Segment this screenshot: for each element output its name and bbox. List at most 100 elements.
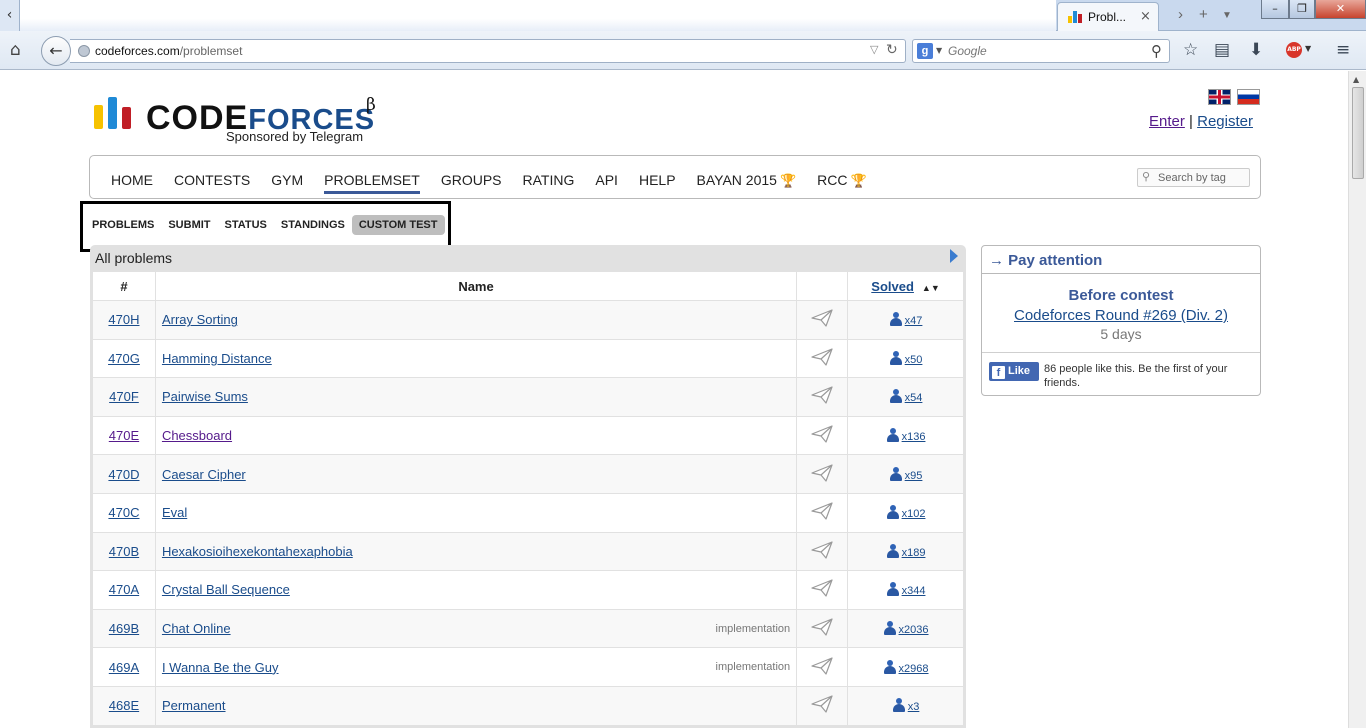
submit-paper-plane-icon[interactable] bbox=[811, 348, 833, 366]
adblock-dropdown-icon[interactable]: ▼ bbox=[1305, 44, 1311, 53]
problem-id-link[interactable]: 468E bbox=[109, 698, 139, 713]
menu-home[interactable]: HOME bbox=[111, 172, 153, 189]
menu-gym[interactable]: GYM bbox=[271, 172, 303, 189]
submit-paper-plane-icon[interactable] bbox=[811, 464, 833, 482]
solved-count-link[interactable]: x54 bbox=[905, 392, 923, 404]
facebook-like-button[interactable]: f Like bbox=[989, 362, 1039, 381]
menu-groups[interactable]: GROUPS bbox=[441, 172, 502, 189]
codeforces-logo[interactable]: CODEFORCES β Sponsored by Telegram bbox=[94, 95, 394, 147]
solved-count-link[interactable]: x3 bbox=[908, 701, 920, 713]
problem-id-link[interactable]: 470C bbox=[108, 505, 139, 520]
google-engine-icon[interactable]: g bbox=[917, 43, 933, 59]
menu-bayan-2015[interactable]: BAYAN 2015 🏆 bbox=[697, 172, 797, 189]
problem-name-link[interactable]: Chessboard bbox=[162, 428, 232, 443]
reload-icon[interactable]: ↻ bbox=[886, 42, 898, 58]
tab-close-icon[interactable]: × bbox=[1140, 9, 1151, 24]
bookmark-star-icon[interactable]: ☆ bbox=[1183, 40, 1198, 60]
submit-paper-plane-icon[interactable] bbox=[811, 618, 833, 636]
submit-paper-plane-icon[interactable] bbox=[811, 502, 833, 520]
submit-paper-plane-icon[interactable] bbox=[811, 695, 833, 713]
search-icon[interactable]: ⚲ bbox=[1151, 42, 1162, 60]
adblock-icon[interactable]: ABP bbox=[1286, 42, 1302, 58]
tab-list-icon[interactable]: ▼ bbox=[1222, 10, 1232, 21]
solved-count-link[interactable]: x95 bbox=[905, 470, 923, 482]
maximize-icon[interactable]: ❐ bbox=[1289, 0, 1315, 19]
search-input[interactable]: Google bbox=[948, 44, 987, 58]
problem-id-link[interactable]: 470E bbox=[109, 428, 139, 443]
solved-count-link[interactable]: x189 bbox=[902, 547, 926, 559]
pagination-arrow-icon[interactable] bbox=[950, 249, 958, 263]
new-tab-icon[interactable]: + bbox=[1199, 6, 1208, 23]
minimize-icon[interactable]: – bbox=[1261, 0, 1289, 19]
submit-paper-plane-icon[interactable] bbox=[811, 309, 833, 327]
problem-id-link[interactable]: 470B bbox=[109, 544, 139, 559]
submenu-standings[interactable]: STANDINGS bbox=[274, 215, 352, 235]
submit-paper-plane-icon[interactable] bbox=[811, 541, 833, 559]
menu-help[interactable]: HELP bbox=[639, 172, 676, 189]
submenu-problems[interactable]: PROBLEMS bbox=[90, 215, 161, 235]
problem-id-link[interactable]: 469A bbox=[109, 660, 139, 675]
menu-api[interactable]: API bbox=[595, 172, 618, 189]
menu-rcc[interactable]: RCC 🏆 bbox=[817, 172, 867, 189]
menu-contests[interactable]: CONTESTS bbox=[174, 172, 250, 189]
problem-id-link[interactable]: 470D bbox=[108, 467, 139, 482]
browser-tab[interactable]: Probl... × bbox=[1057, 2, 1159, 31]
engine-dropdown-icon[interactable]: ▼ bbox=[936, 46, 942, 55]
solved-count-link[interactable]: x2036 bbox=[899, 624, 929, 636]
submit-paper-plane-icon[interactable] bbox=[811, 425, 833, 443]
problem-id-link[interactable]: 470G bbox=[108, 351, 140, 366]
scroll-thumb[interactable] bbox=[1352, 87, 1364, 179]
page-scrollbar[interactable]: ▲ bbox=[1348, 71, 1366, 728]
problem-id-link[interactable]: 470A bbox=[109, 582, 139, 597]
back-button[interactable]: ← bbox=[41, 36, 71, 66]
close-window-icon[interactable]: ✕ bbox=[1315, 0, 1366, 19]
solved-count-link[interactable]: x47 bbox=[905, 315, 923, 327]
submit-paper-plane-icon[interactable] bbox=[811, 386, 833, 405]
site-identity-icon[interactable] bbox=[78, 45, 90, 57]
sort-solved-link[interactable]: Solved bbox=[871, 279, 914, 294]
bookmarks-menu-icon[interactable]: ▤ bbox=[1214, 40, 1230, 60]
problem-name-link[interactable]: Hamming Distance bbox=[162, 351, 272, 366]
tag-search-input[interactable]: ⚲ Search by tag bbox=[1137, 168, 1250, 187]
problem-name-link[interactable]: Permanent bbox=[162, 698, 226, 713]
submenu-custom-test[interactable]: CUSTOM TEST bbox=[351, 215, 445, 235]
problem-name-link[interactable]: Hexakosioihexekontahexaphobia bbox=[162, 544, 353, 559]
menu-problemset[interactable]: PROBLEMSET bbox=[324, 172, 420, 194]
tab-scroll-left-button[interactable]: ‹ bbox=[0, 0, 20, 31]
address-bar[interactable]: codeforces.com/problemset ▽ ↻ bbox=[70, 39, 906, 63]
problem-tag[interactable]: implementation bbox=[716, 661, 791, 673]
problem-name-link[interactable]: Crystal Ball Sequence bbox=[162, 582, 290, 597]
problem-id-link[interactable]: 470F bbox=[109, 389, 139, 404]
contest-link[interactable]: Codeforces Round #269 (Div. 2) bbox=[982, 307, 1260, 324]
solved-count-link[interactable]: x344 bbox=[902, 585, 926, 597]
problem-name-link[interactable]: I Wanna Be the Guy bbox=[162, 660, 279, 675]
solved-count-link[interactable]: x50 bbox=[905, 354, 923, 366]
submenu-submit[interactable]: SUBMIT bbox=[161, 215, 217, 235]
english-flag-icon[interactable] bbox=[1208, 89, 1231, 105]
menu-rating[interactable]: RATING bbox=[523, 172, 575, 189]
problem-name-link[interactable]: Chat Online bbox=[162, 621, 231, 636]
problem-name-link[interactable]: Array Sorting bbox=[162, 312, 238, 327]
problem-name-link[interactable]: Eval bbox=[162, 505, 187, 520]
scroll-up-icon[interactable]: ▲ bbox=[1353, 75, 1359, 84]
problem-name-link[interactable]: Pairwise Sums bbox=[162, 389, 248, 404]
register-link[interactable]: Register bbox=[1197, 113, 1253, 130]
enter-link[interactable]: Enter bbox=[1149, 113, 1185, 130]
tab-scroll-right-icon[interactable]: › bbox=[1178, 6, 1183, 23]
downloads-icon[interactable]: ⬇ bbox=[1249, 40, 1263, 60]
submit-paper-plane-icon[interactable] bbox=[811, 579, 833, 598]
russian-flag-icon[interactable] bbox=[1237, 89, 1260, 105]
problem-tag[interactable]: implementation bbox=[716, 623, 791, 635]
submit-paper-plane-icon[interactable] bbox=[811, 657, 833, 675]
solved-count-link[interactable]: x136 bbox=[902, 431, 926, 443]
solved-count-link[interactable]: x102 bbox=[902, 508, 926, 520]
url-history-dropdown-icon[interactable]: ▽ bbox=[870, 43, 878, 56]
menu-hamburger-icon[interactable]: ≡ bbox=[1336, 40, 1350, 60]
problem-id-link[interactable]: 469B bbox=[109, 621, 139, 636]
solved-count-link[interactable]: x2968 bbox=[899, 663, 929, 675]
sort-icon[interactable]: ▲▼ bbox=[922, 283, 940, 293]
home-icon[interactable]: ⌂ bbox=[10, 40, 21, 60]
problem-name-link[interactable]: Caesar Cipher bbox=[162, 467, 246, 482]
problem-id-link[interactable]: 470H bbox=[108, 312, 139, 327]
submenu-status[interactable]: STATUS bbox=[218, 215, 274, 235]
